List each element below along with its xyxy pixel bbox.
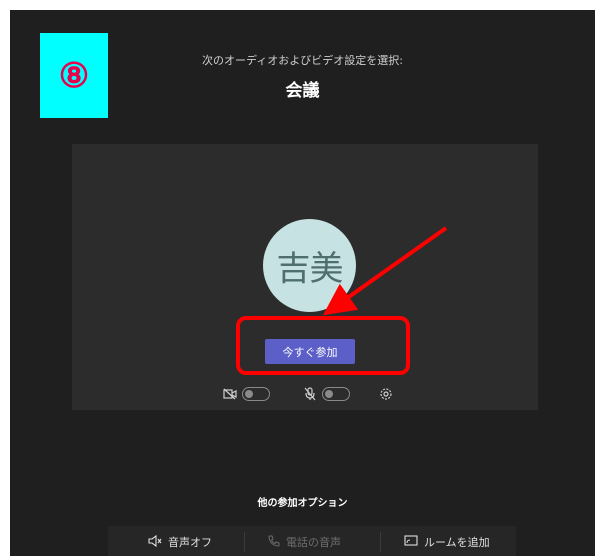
annotation-arrow: [322, 226, 448, 316]
meeting-prejoin-screen: ⑧ 次のオーディオおよびビデオ設定を選択: 会議 吉美 今すぐ参加 他の参加オプ…: [10, 10, 595, 556]
